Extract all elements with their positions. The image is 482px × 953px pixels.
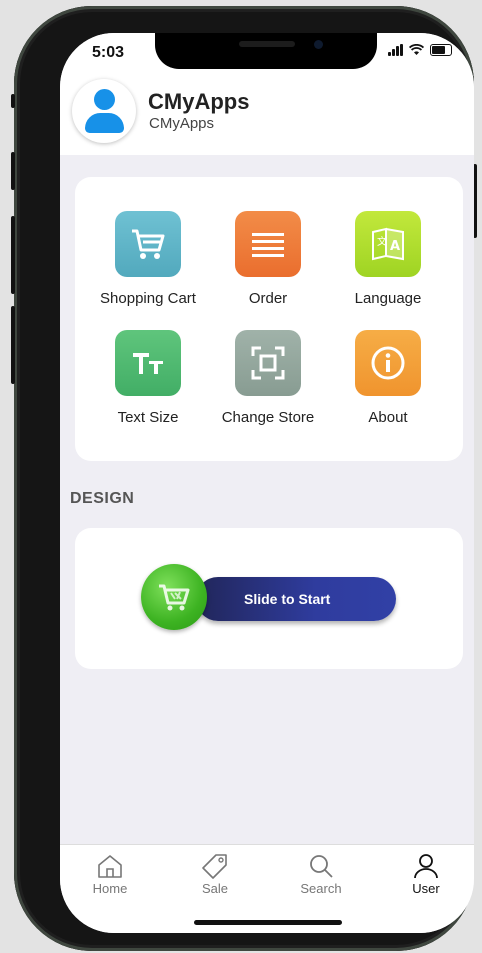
volume-up-button xyxy=(11,152,15,190)
menu-item-label: Language xyxy=(354,290,422,307)
tab-label: Sale xyxy=(201,881,229,896)
user-icon xyxy=(414,854,438,879)
menu-item-label: Order xyxy=(248,290,288,307)
tab-label: Search xyxy=(300,881,342,896)
slide-to-start-track[interactable]: Slide to Start xyxy=(196,577,396,621)
side-button xyxy=(11,94,15,108)
menu-item-change-store[interactable]: Change Store xyxy=(208,330,328,426)
tab-label: User xyxy=(412,881,440,896)
menu-tile: 文 A xyxy=(355,211,421,277)
avatar-head xyxy=(94,89,115,110)
home-icon xyxy=(98,855,122,878)
menu-item-label: About xyxy=(368,409,408,426)
menu-card: Shopping Cart Order 文 A Language Text Si… xyxy=(75,177,463,461)
cart-icon xyxy=(159,584,190,611)
slider-label: Slide to Start xyxy=(244,591,331,607)
status-icons xyxy=(388,44,452,56)
menu-item-label: Shopping Cart xyxy=(100,290,196,307)
menu-item-language[interactable]: 文 A Language xyxy=(328,211,448,307)
tab-sale[interactable]: Sale xyxy=(175,853,255,896)
volume-down-button xyxy=(11,216,15,294)
app-screen: 5:03 CMyApps CMyApps Shopping Cart Order… xyxy=(60,33,474,933)
menu-tile xyxy=(235,330,301,396)
mute-button xyxy=(11,306,15,384)
menu-item-about[interactable]: About xyxy=(328,330,448,426)
menu-tile xyxy=(355,330,421,396)
design-card: Slide to Start xyxy=(75,528,463,669)
tab-user[interactable]: User xyxy=(386,853,466,896)
menu-item-text-size[interactable]: Text Size xyxy=(88,330,208,426)
tag-icon xyxy=(202,854,227,879)
tab-search[interactable]: Search xyxy=(281,853,361,896)
status-time: 5:03 xyxy=(92,44,125,61)
list-icon xyxy=(252,233,284,257)
menu-item-label: Text Size xyxy=(117,409,179,426)
camera-icon xyxy=(314,40,323,49)
home-indicator[interactable] xyxy=(194,920,342,925)
wifi-icon xyxy=(409,44,424,55)
speaker-grille xyxy=(239,41,295,47)
tab-label: Home xyxy=(92,881,128,896)
battery-icon xyxy=(430,44,452,56)
menu-item-label: Change Store xyxy=(221,409,315,426)
avatar-body xyxy=(85,113,124,133)
cart-icon xyxy=(132,229,165,259)
profile-header: 5:03 CMyApps CMyApps xyxy=(60,33,474,155)
user-subtitle: CMyApps xyxy=(149,115,215,132)
svg-text:A: A xyxy=(390,239,400,254)
search-icon xyxy=(310,855,333,878)
notch xyxy=(155,33,377,69)
menu-item-shopping-cart[interactable]: Shopping Cart xyxy=(88,211,208,307)
menu-tile xyxy=(235,211,301,277)
user-name: CMyApps xyxy=(148,89,250,114)
menu-tile xyxy=(115,330,181,396)
text-size-icon xyxy=(133,353,163,374)
scan-icon xyxy=(251,346,285,380)
tab-home[interactable]: Home xyxy=(70,853,150,896)
info-icon xyxy=(371,346,405,380)
svg-text:文: 文 xyxy=(377,235,387,248)
section-title-design: DESIGN xyxy=(70,490,135,507)
menu-item-order[interactable]: Order xyxy=(208,211,328,307)
menu-tile xyxy=(115,211,181,277)
slider-knob[interactable] xyxy=(141,564,207,630)
signal-icon xyxy=(388,44,403,56)
phone-frame: 5:03 CMyApps CMyApps Shopping Cart Order… xyxy=(11,6,477,951)
translate-icon: 文 A xyxy=(372,227,404,261)
avatar[interactable] xyxy=(72,79,136,143)
